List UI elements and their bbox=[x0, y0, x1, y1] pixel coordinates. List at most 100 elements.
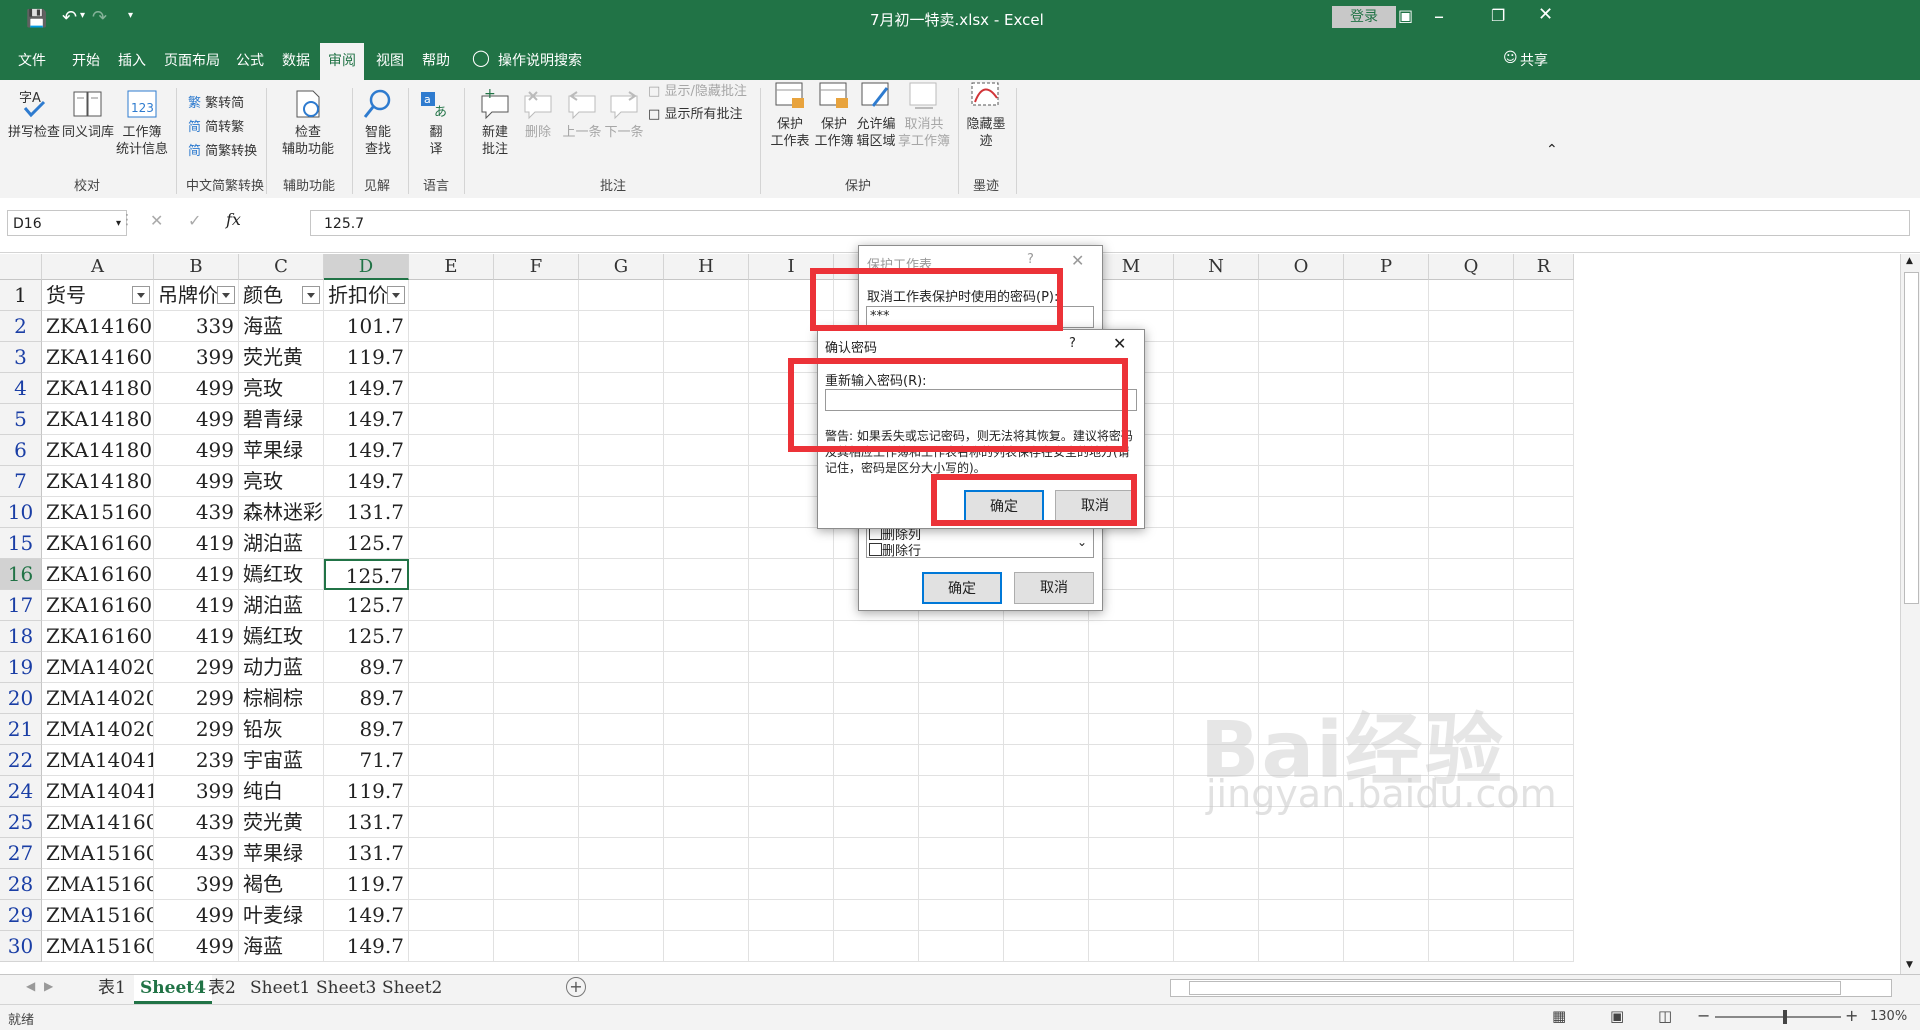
row-header-5[interactable]: 5 bbox=[0, 404, 42, 435]
tab-data[interactable]: 数据 bbox=[282, 50, 310, 70]
empty-cell[interactable] bbox=[749, 652, 834, 683]
empty-cell[interactable] bbox=[1089, 683, 1174, 714]
empty-cell[interactable] bbox=[664, 838, 749, 869]
page-layout-view-icon[interactable]: ▣ bbox=[1610, 1007, 1624, 1025]
empty-cell[interactable] bbox=[919, 714, 1004, 745]
empty-cell[interactable] bbox=[1429, 404, 1514, 435]
empty-cell[interactable] bbox=[1259, 373, 1344, 404]
column-header-B[interactable]: B bbox=[154, 254, 239, 280]
cell-B25[interactable]: 439 bbox=[154, 807, 239, 838]
empty-cell[interactable] bbox=[579, 621, 664, 652]
customize-qat-icon[interactable]: ▾ bbox=[128, 10, 133, 21]
empty-cell[interactable] bbox=[1259, 280, 1344, 311]
cell-A10[interactable]: ZKA1516025 bbox=[42, 497, 154, 528]
empty-cell[interactable] bbox=[494, 311, 579, 342]
new-comment-button[interactable]: + 新建 批注 bbox=[472, 88, 518, 158]
cell-A27[interactable]: ZMA1516007 bbox=[42, 838, 154, 869]
cell-B2[interactable]: 339 bbox=[154, 311, 239, 342]
empty-cell[interactable] bbox=[664, 280, 749, 311]
column-header-E[interactable]: E bbox=[409, 254, 494, 280]
cell-D20[interactable]: 89.7 bbox=[324, 683, 409, 714]
row-header-16[interactable]: 16 bbox=[0, 559, 42, 590]
empty-cell[interactable] bbox=[579, 869, 664, 900]
empty-cell[interactable] bbox=[1344, 652, 1429, 683]
insert-function-icon[interactable]: fx bbox=[226, 210, 241, 229]
cell-C24[interactable]: 纯白 bbox=[239, 776, 324, 807]
empty-cell[interactable] bbox=[494, 776, 579, 807]
empty-cell[interactable] bbox=[664, 590, 749, 621]
empty-cell[interactable] bbox=[749, 931, 834, 962]
empty-cell[interactable] bbox=[494, 373, 579, 404]
empty-cell[interactable] bbox=[664, 373, 749, 404]
empty-cell[interactable] bbox=[1174, 528, 1259, 559]
empty-cell[interactable] bbox=[409, 497, 494, 528]
empty-cell[interactable] bbox=[919, 931, 1004, 962]
tab-file[interactable]: 文件 bbox=[18, 50, 46, 70]
empty-cell[interactable] bbox=[1514, 466, 1574, 497]
empty-cell[interactable] bbox=[1344, 497, 1429, 528]
row-header-15[interactable]: 15 bbox=[0, 528, 42, 559]
horizontal-scroll-thumb[interactable] bbox=[1189, 981, 1841, 995]
cell-A22[interactable]: ZMA1404175 bbox=[42, 745, 154, 776]
filter-dropdown-icon[interactable] bbox=[302, 286, 320, 304]
empty-cell[interactable] bbox=[749, 838, 834, 869]
simplified-to-traditional[interactable]: 简 简转繁 bbox=[188, 116, 244, 135]
row-header-22[interactable]: 22 bbox=[0, 745, 42, 776]
translate-button[interactable]: aあ 翻 译 bbox=[416, 88, 456, 158]
scroll-down-icon[interactable]: ⌄ bbox=[1077, 535, 1087, 549]
empty-cell[interactable] bbox=[409, 714, 494, 745]
cell-D18[interactable]: 125.7 bbox=[324, 621, 409, 652]
empty-cell[interactable] bbox=[1344, 404, 1429, 435]
delete-comment-button[interactable]: 删除 bbox=[518, 88, 558, 141]
protect-ok-button[interactable]: 确定 bbox=[922, 572, 1002, 604]
show-all-comments-button[interactable]: □ 显示所有批注 bbox=[648, 103, 742, 122]
row-header-10[interactable]: 10 bbox=[0, 497, 42, 528]
cell-D2[interactable]: 101.7 bbox=[324, 311, 409, 342]
empty-cell[interactable] bbox=[1429, 373, 1514, 404]
empty-cell[interactable] bbox=[579, 342, 664, 373]
empty-cell[interactable] bbox=[1429, 280, 1514, 311]
cell-D29[interactable]: 149.7 bbox=[324, 900, 409, 931]
next-comment-button[interactable]: 下一条 bbox=[602, 88, 646, 141]
column-header-C[interactable]: C bbox=[239, 254, 324, 280]
cell-B16[interactable]: 419 bbox=[154, 559, 239, 590]
empty-cell[interactable] bbox=[409, 373, 494, 404]
empty-cell[interactable] bbox=[1089, 621, 1174, 652]
empty-cell[interactable] bbox=[664, 435, 749, 466]
empty-cell[interactable] bbox=[409, 869, 494, 900]
tab-view[interactable]: 视图 bbox=[376, 50, 404, 70]
empty-cell[interactable] bbox=[1344, 621, 1429, 652]
cell-C18[interactable]: 嫣红玫 bbox=[239, 621, 324, 652]
empty-cell[interactable] bbox=[664, 528, 749, 559]
empty-cell[interactable] bbox=[1174, 900, 1259, 931]
row-header-1[interactable]: 1 bbox=[0, 280, 42, 311]
cell-A7[interactable]: ZKA1418002 bbox=[42, 466, 154, 497]
empty-cell[interactable] bbox=[1514, 590, 1574, 621]
empty-cell[interactable] bbox=[749, 745, 834, 776]
empty-cell[interactable] bbox=[1514, 373, 1574, 404]
empty-cell[interactable] bbox=[494, 466, 579, 497]
cell-A6[interactable]: ZKA1418002 bbox=[42, 435, 154, 466]
undo-icon[interactable]: ↶ bbox=[62, 7, 77, 28]
empty-cell[interactable] bbox=[1259, 466, 1344, 497]
column-header-D[interactable]: D bbox=[324, 254, 409, 280]
empty-cell[interactable] bbox=[1004, 931, 1089, 962]
empty-cell[interactable] bbox=[1514, 311, 1574, 342]
row-header-20[interactable]: 20 bbox=[0, 683, 42, 714]
cell-C27[interactable]: 苹果绿 bbox=[239, 838, 324, 869]
column-header-N[interactable]: N bbox=[1174, 254, 1259, 280]
cell-B24[interactable]: 399 bbox=[154, 776, 239, 807]
empty-cell[interactable] bbox=[1004, 838, 1089, 869]
empty-cell[interactable] bbox=[834, 714, 919, 745]
empty-cell[interactable] bbox=[749, 714, 834, 745]
empty-cell[interactable] bbox=[1514, 435, 1574, 466]
empty-cell[interactable] bbox=[579, 838, 664, 869]
empty-cell[interactable] bbox=[1514, 559, 1574, 590]
empty-cell[interactable] bbox=[1429, 869, 1514, 900]
empty-cell[interactable] bbox=[1174, 280, 1259, 311]
row-header-19[interactable]: 19 bbox=[0, 652, 42, 683]
tab-formulas[interactable]: 公式 bbox=[236, 50, 264, 70]
cell-C30[interactable]: 海蓝 bbox=[239, 931, 324, 962]
empty-cell[interactable] bbox=[1004, 900, 1089, 931]
cell-B20[interactable]: 299 bbox=[154, 683, 239, 714]
